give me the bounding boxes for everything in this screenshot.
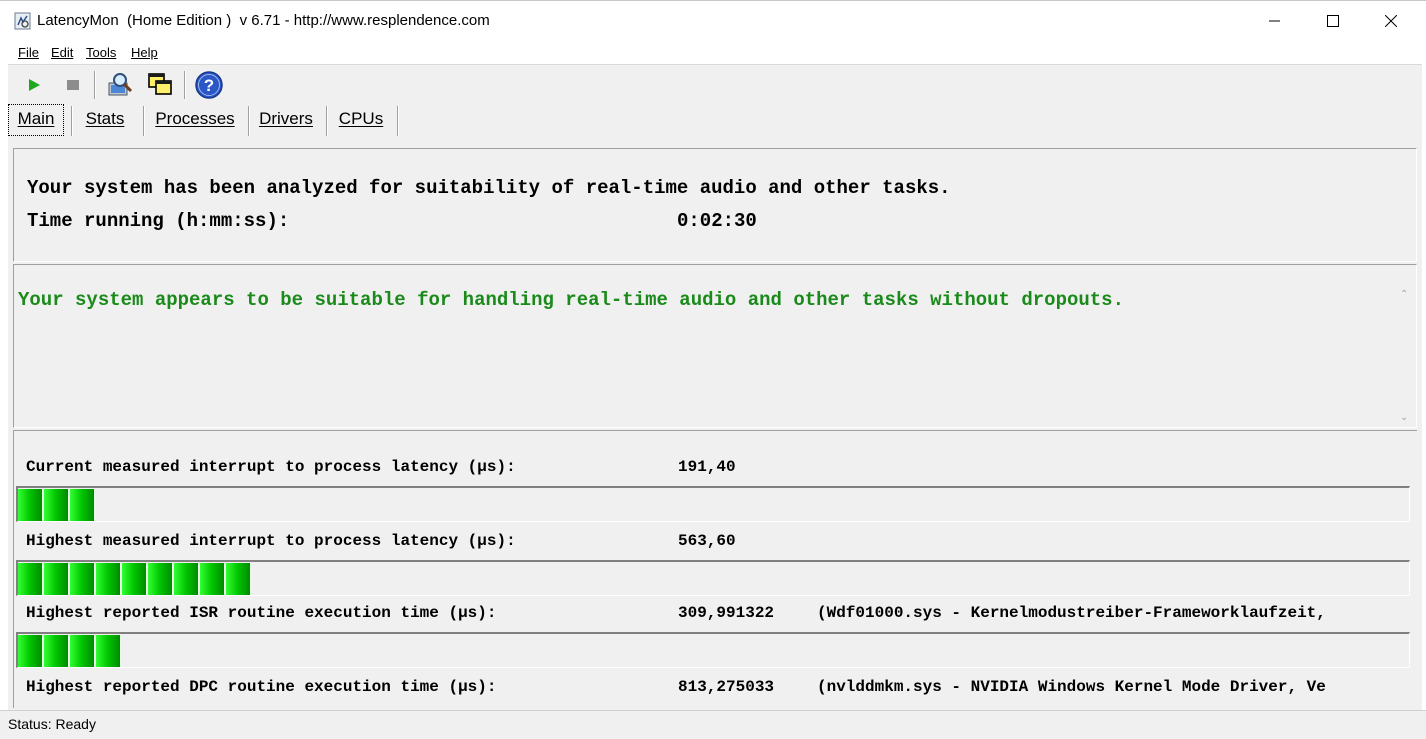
measurement-value: 309,991322 [678,604,775,622]
tab-separator [326,106,328,136]
close-icon [1385,15,1397,27]
measurements-panel: Current measured interrupt to process la… [13,430,1417,708]
app-icon [14,12,31,30]
tab-drivers[interactable]: Drivers [251,104,321,136]
window-left-border [0,64,8,710]
menu-help[interactable]: Help [131,45,158,60]
meter-segment [70,635,95,667]
measurement-label: Highest measured interrupt to process la… [26,532,516,550]
meter-segment [44,563,69,595]
toolbar-separator [94,71,96,99]
measurement-label: Highest reported DPC routine execution t… [26,678,497,696]
minimize-button[interactable] [1246,1,1304,41]
tab-stats[interactable]: Stats [74,104,136,136]
measurement-value: 191,40 [678,458,736,476]
menu-file[interactable]: File [18,45,39,60]
measurement-label: Highest reported ISR routine execution t… [26,604,497,622]
tab-separator [71,106,73,136]
analysis-summary-panel: Your system has been analyzed for suitab… [13,148,1417,262]
title-bar[interactable]: LatencyMon (Home Edition ) v 6.71 - http… [0,0,1426,40]
verdict-text: Your system appears to be suitable for h… [18,289,1124,311]
meter-segment [70,489,95,521]
stop-icon [67,80,79,90]
toolbar: ? [8,64,1422,104]
meter-segment [70,563,95,595]
latency-meter [16,486,1410,522]
tab-separator [397,106,399,136]
meter-segment [18,563,43,595]
scroll-down-icon[interactable]: ⌄ [1400,412,1408,423]
verdict-panel[interactable]: Your system appears to be suitable for h… [13,264,1417,428]
window-right-border [1422,64,1426,710]
status-bar: Status: Ready [0,710,1426,739]
cascade-windows-icon [148,73,172,95]
meter-segment [96,635,121,667]
measurement-label: Current measured interrupt to process la… [26,458,516,476]
magnifier-computer-icon [108,73,133,96]
latency-meter [16,560,1410,596]
meter-segment [18,635,43,667]
window-title: LatencyMon (Home Edition ) v 6.71 - http… [37,12,490,29]
meter-segment [226,563,251,595]
help-button[interactable]: ? [194,69,224,101]
meter-segment [96,563,121,595]
meter-segment [174,563,199,595]
close-button[interactable] [1362,1,1420,41]
analyze-button[interactable] [105,69,135,101]
tab-main[interactable]: Main [8,104,64,136]
status-text: Status: Ready [8,716,96,732]
svg-text:?: ? [204,76,214,95]
main-panel: Your system has been analyzed for suitab… [8,140,1422,710]
latency-meter [16,632,1410,668]
play-icon [29,79,40,91]
start-button[interactable] [19,69,49,101]
tab-processes[interactable]: Processes [147,104,243,136]
minimize-icon [1269,20,1280,22]
meter-segment [122,563,147,595]
windows-button[interactable] [145,69,175,101]
tab-bar: Main Stats Processes Drivers CPUs [8,104,1422,140]
meter-segment [44,489,69,521]
menu-bar: File Edit Tools Help [0,40,1426,64]
measurement-value: 813,275033 [678,678,775,696]
analysis-message: Your system has been analyzed for suitab… [27,177,951,199]
time-running-value: 0:02:30 [677,210,757,232]
tab-separator [248,106,250,136]
stop-button[interactable] [58,69,88,101]
time-running-label: Time running (h:mm:ss): [27,210,290,232]
meter-segment [200,563,225,595]
meter-segment [148,563,173,595]
help-icon: ? [195,71,223,99]
meter-segment [18,489,43,521]
menu-tools[interactable]: Tools [86,45,116,60]
measurement-driver: (nvlddmkm.sys - NVIDIA Windows Kernel Mo… [817,678,1326,696]
measurement-driver: (Wdf01000.sys - Kernelmodustreiber-Frame… [817,604,1326,622]
toolbar-separator [184,71,186,99]
maximize-icon [1327,15,1339,27]
tab-separator [143,106,145,136]
meter-segment [44,635,69,667]
measurement-value: 563,60 [678,532,736,550]
scroll-up-icon[interactable]: ⌃ [1400,289,1408,300]
tab-cpus[interactable]: CPUs [330,104,392,136]
verdict-scrollbar[interactable]: ⌃ ⌄ [1396,285,1414,425]
menu-edit[interactable]: Edit [51,45,73,60]
maximize-button[interactable] [1304,1,1362,41]
